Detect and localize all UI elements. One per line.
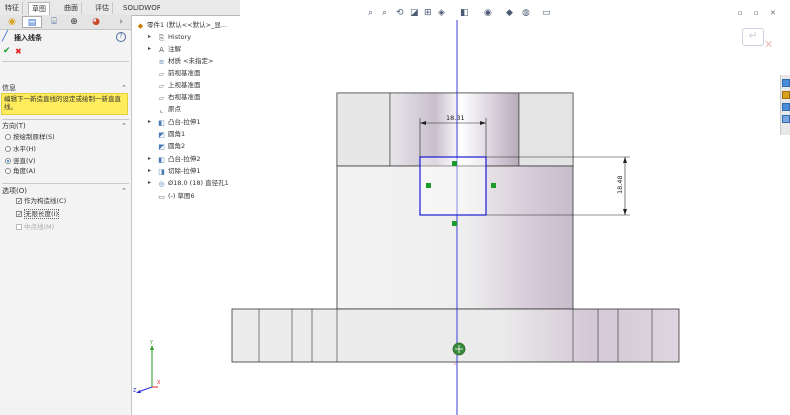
reference-triad: Y Z X (133, 340, 161, 394)
edit-appearance-icon[interactable]: ◆ (506, 8, 513, 19)
info-message: 编辑下一新造直线的设定或绘制一新直直线。 (1, 93, 128, 115)
relation-marker (491, 183, 496, 188)
direction-option-horizontal[interactable]: 水平(H) (5, 145, 36, 154)
tab-sketch[interactable]: 草图 (28, 2, 50, 15)
command-manager-tabs: 特征 草图 曲面 评估 SOLIDWORKS 插件 (0, 0, 187, 16)
options-section-header[interactable]: 选项(O) ⌃ (0, 186, 131, 196)
radio-button[interactable] (5, 168, 11, 174)
chevron-up-icon: ⌃ (121, 84, 127, 92)
dynamic-annotation-icon[interactable]: ⊞ (424, 8, 432, 19)
hide-show-items-icon[interactable]: ◉ (484, 8, 492, 19)
relation-marker (426, 183, 431, 188)
display-style-icon[interactable]: ◧ (460, 8, 469, 19)
zoom-to-fit-icon[interactable]: ⌕ (368, 8, 373, 19)
tab-features[interactable]: 特征 (2, 2, 23, 14)
chevron-up-icon: ⌃ (121, 187, 127, 195)
apply-scene-icon[interactable]: ◍ (522, 8, 530, 19)
dimxpert-manager-icon[interactable]: ⊕ (64, 16, 84, 28)
option-label: 按绘制原样(S) (13, 133, 55, 141)
tab-surfaces[interactable]: 曲面 (61, 2, 82, 14)
checkbox-checked[interactable]: ✓ (16, 198, 22, 205)
option-label: 竖直(V) (13, 157, 36, 165)
option-label: 水平(H) (13, 145, 36, 153)
restore-icon[interactable]: ▫ (754, 9, 759, 17)
radio-button[interactable] (5, 134, 11, 140)
help-icon[interactable]: ? (116, 32, 126, 42)
tab-strip-filler (160, 0, 240, 16)
display-manager-icon[interactable]: ◕ (86, 16, 106, 28)
task-pane-resources-icon[interactable] (782, 79, 790, 87)
divider (2, 183, 129, 184)
task-pane-library-icon[interactable] (782, 91, 790, 99)
option-infinite-length[interactable]: ✓ 无限长度(I) (16, 209, 59, 219)
cancel-button[interactable]: ✖ (15, 47, 22, 56)
relation-marker (452, 221, 457, 226)
zoom-area-icon[interactable]: ⌕ (382, 8, 387, 19)
view-orientation-icon[interactable]: ◈ (438, 8, 445, 19)
section-view-icon[interactable]: ◪ (410, 8, 419, 19)
info-section-header[interactable]: 信息 ⌃ (0, 83, 131, 93)
configuration-manager-icon[interactable]: ⌸ (44, 16, 64, 28)
checkbox-disabled[interactable] (16, 224, 22, 230)
option-label: 中点线(M) (24, 223, 55, 231)
dimension-width-value: 18.31 (446, 114, 465, 122)
radio-button[interactable] (5, 146, 11, 152)
feature-manager-icon[interactable]: ◉ (2, 16, 22, 28)
direction-option-vertical[interactable]: 竖直(V) (5, 157, 36, 166)
option-midpoint-line[interactable]: 中点线(M) (16, 223, 55, 232)
direction-option-as-sketched[interactable]: 按绘制原样(S) (5, 133, 55, 142)
view-settings-icon[interactable]: ▭ (542, 8, 551, 19)
checkbox-checked[interactable]: ✓ (16, 211, 22, 218)
direction-option-angle[interactable]: 角度(A) (5, 167, 36, 176)
minimize-icon[interactable]: ▫ (738, 9, 743, 17)
panel-title: 插入线条 (14, 34, 42, 42)
options-section-label: 选项(O) (2, 187, 27, 195)
dimension-height-value: 18.48 (616, 175, 624, 194)
relation-marker (452, 161, 457, 166)
triad-x-label: X (157, 380, 161, 386)
insert-line-icon: ╱ (2, 31, 9, 42)
panel-chevron-icon[interactable]: › (116, 16, 126, 28)
manager-tabs: ◉ ▤ ⌸ ⊕ ◕ › (0, 15, 131, 30)
option-label: 角度(A) (13, 167, 36, 175)
divider (2, 61, 129, 62)
radio-button-selected[interactable] (5, 158, 11, 164)
option-label: 无限长度(I) (24, 209, 59, 219)
direction-section-label: 方向(T) (2, 122, 26, 130)
triad-y-label: Y (149, 340, 154, 346)
option-construction[interactable]: ✓ 作为构造线(C) (16, 197, 67, 206)
triad-z-label: Z (133, 388, 137, 394)
previous-view-icon[interactable]: ⟲ (396, 8, 404, 19)
task-pane (780, 75, 790, 135)
tab-evaluate[interactable]: 评估 (92, 2, 113, 14)
task-pane-palette-icon[interactable] (782, 115, 790, 123)
ok-button[interactable]: ✔ (3, 46, 11, 56)
info-section-label: 信息 (2, 84, 16, 92)
direction-section-header[interactable]: 方向(T) ⌃ (0, 121, 131, 131)
task-pane-explorer-icon[interactable] (782, 103, 790, 111)
option-label: 作为构造线(C) (24, 197, 67, 205)
chevron-up-icon: ⌃ (121, 122, 127, 130)
property-manager-icon[interactable]: ▤ (22, 16, 42, 28)
property-manager-panel: ◉ ▤ ⌸ ⊕ ◕ › ╱ 插入线条 ? ✔ ✖ 信息 ⌃ 方向(T) ⌃ 按绘… (0, 15, 132, 415)
divider (2, 119, 129, 120)
close-icon[interactable]: ✕ (770, 9, 776, 17)
part-top-block (336, 92, 574, 167)
graphics-area[interactable]: 18.31 18.48 ⌞ Y Z X (132, 20, 778, 415)
